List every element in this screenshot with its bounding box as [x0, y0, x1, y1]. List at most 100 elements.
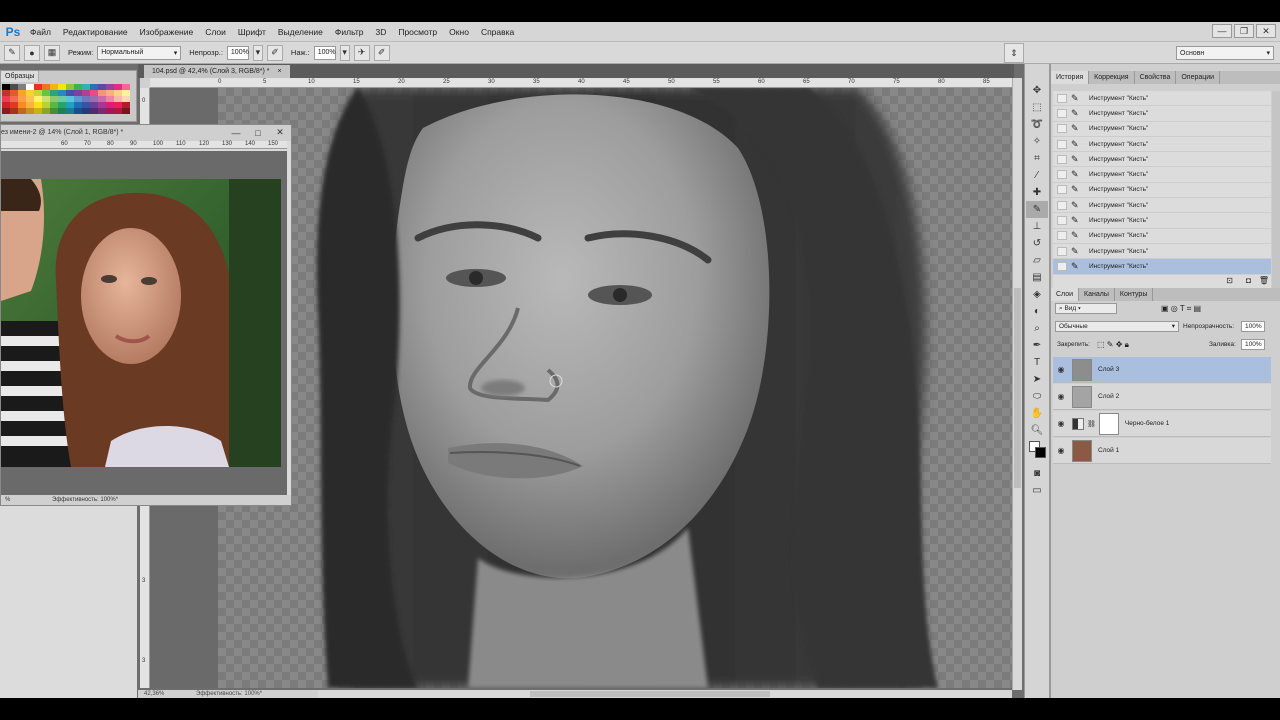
move-tool-icon[interactable]: ✥: [1026, 82, 1048, 99]
visibility-eye-icon[interactable]: ◉: [1053, 392, 1069, 401]
pen-tool-icon[interactable]: ✒: [1026, 337, 1048, 354]
vertical-scroll-thumb[interactable]: [1014, 288, 1021, 488]
history-brush-tool-icon[interactable]: ↺: [1026, 235, 1048, 252]
float-maximize-button[interactable]: □: [249, 126, 267, 139]
float-close-button[interactable]: ✕: [271, 126, 289, 139]
workspace-icon[interactable]: ⇕: [1004, 43, 1024, 63]
swatch[interactable]: [58, 108, 66, 114]
history-scrollbar[interactable]: [1272, 91, 1280, 299]
swatch[interactable]: [98, 108, 106, 114]
close-button[interactable]: ✕: [1256, 24, 1276, 38]
float-zoom-level[interactable]: %: [5, 497, 10, 503]
swatch[interactable]: [2, 108, 10, 114]
layer-row[interactable]: ◉ Слой 2: [1053, 384, 1271, 410]
history-item[interactable]: ✎ Инструмент "Кисть": [1053, 259, 1271, 275]
vertical-scrollbar[interactable]: [1012, 78, 1022, 690]
brush-panel-icon[interactable]: ▦: [44, 44, 60, 61]
hand-tool-icon[interactable]: ✋: [1026, 405, 1048, 422]
lasso-tool-icon[interactable]: ➰: [1026, 116, 1048, 133]
menu-item-9[interactable]: Окно: [443, 23, 475, 41]
fill-field[interactable]: 100%: [1241, 339, 1265, 350]
clone-stamp-tool-icon[interactable]: ⊥: [1026, 218, 1048, 235]
opacity-dropdown-icon[interactable]: ▾: [252, 44, 263, 61]
layer-row[interactable]: ◉ Слой 3: [1053, 357, 1271, 383]
history-item[interactable]: ✎ Инструмент "Кисть": [1053, 213, 1271, 229]
new-snapshot-icon[interactable]: ◘: [1246, 276, 1251, 285]
filter-icons[interactable]: ▣ ◎ T ⌗ ▤: [1161, 304, 1201, 314]
floating-ruler[interactable]: 60 70 80 90 100 110 120 130 140 150: [1, 141, 287, 149]
horizontal-ruler[interactable]: 05101520253035404550556065707580859095: [150, 78, 1080, 88]
history-source-checkbox[interactable]: [1057, 124, 1067, 134]
trash-icon[interactable]: 🗑︎: [1259, 276, 1269, 285]
workspace-select[interactable]: Основн ▾: [1176, 46, 1274, 60]
airbrush-icon[interactable]: ✈: [353, 44, 370, 61]
background-color-icon[interactable]: [1035, 447, 1046, 458]
history-item[interactable]: ✎ Инструмент "Кисть": [1053, 198, 1271, 214]
swatch[interactable]: [122, 108, 130, 114]
history-source-checkbox[interactable]: [1057, 185, 1067, 195]
floating-canvas[interactable]: [1, 151, 287, 495]
zoom-tool-icon[interactable]: ⌕: [1026, 320, 1048, 337]
new-document-icon[interactable]: ⊡: [1226, 276, 1233, 285]
history-source-checkbox[interactable]: [1057, 200, 1067, 210]
swatch[interactable]: [106, 108, 114, 114]
history-tab-1[interactable]: Коррекция: [1089, 71, 1135, 84]
eraser-tool-icon[interactable]: ▱: [1026, 252, 1048, 269]
layers-tab-1[interactable]: Каналы: [1079, 288, 1115, 301]
path-select-tool-icon[interactable]: ➤: [1026, 371, 1048, 388]
history-item[interactable]: ✎ Инструмент "Кисть": [1053, 229, 1271, 244]
layers-tab-2[interactable]: Контуры: [1115, 288, 1154, 301]
history-item[interactable]: ✎ Инструмент "Кисть": [1053, 244, 1271, 260]
menu-item-1[interactable]: Редактирование: [57, 23, 134, 41]
quick-select-tool-icon[interactable]: ✧: [1026, 133, 1048, 150]
history-source-checkbox[interactable]: [1057, 139, 1067, 149]
flow-field[interactable]: 100%: [313, 45, 336, 60]
pressure-opacity-icon[interactable]: ✐: [266, 44, 283, 61]
visibility-eye-icon[interactable]: ◉: [1053, 419, 1069, 428]
eyedropper-tool-icon[interactable]: ⁄: [1026, 167, 1048, 184]
layers-tab-0[interactable]: Слои: [1051, 288, 1080, 301]
blend-mode-select[interactable]: Обычные ▾: [1055, 321, 1179, 332]
history-item[interactable]: ✎ Инструмент "Кисть": [1053, 122, 1271, 137]
history-item[interactable]: ✎ Инструмент "Кисть": [1053, 152, 1271, 168]
visibility-eye-icon[interactable]: ◉: [1053, 365, 1069, 374]
tool-preset-icon[interactable]: ✎: [4, 44, 20, 61]
history-item[interactable]: ✎ Инструмент "Кисть": [1053, 106, 1271, 122]
lock-icons[interactable]: ⬚ ✎ ✥ 🔒︎: [1097, 340, 1129, 350]
brush-tool-icon[interactable]: ✎: [1026, 201, 1048, 218]
float-minimize-button[interactable]: —: [227, 126, 245, 139]
menu-item-7[interactable]: 3D: [369, 23, 392, 41]
menu-item-5[interactable]: Выделение: [272, 23, 329, 41]
layer-row[interactable]: ◉ ⛓ Черно-белое 1: [1053, 411, 1271, 437]
shape-tool-icon[interactable]: ⬭: [1026, 388, 1048, 405]
visibility-eye-icon[interactable]: ◉: [1053, 446, 1069, 455]
swatch[interactable]: [66, 108, 74, 114]
menu-item-3[interactable]: Слои: [199, 23, 232, 41]
history-source-checkbox[interactable]: [1057, 216, 1067, 226]
minimize-button[interactable]: —: [1212, 24, 1232, 38]
menu-item-4[interactable]: Шрифт: [232, 23, 272, 41]
menu-item-10[interactable]: Справка: [475, 23, 520, 41]
swatch[interactable]: [18, 108, 26, 114]
layer-filter-select[interactable]: ⌕ Вид ▾: [1055, 303, 1117, 314]
swatch[interactable]: [50, 108, 58, 114]
history-source-checkbox[interactable]: [1057, 93, 1067, 103]
dodge-tool-icon[interactable]: ◐: [1026, 303, 1048, 320]
history-tab-3[interactable]: Операции: [1176, 71, 1221, 84]
marquee-tool-icon[interactable]: ⬚: [1026, 99, 1048, 116]
spot-heal-tool-icon[interactable]: ✚: [1026, 184, 1048, 201]
swatch[interactable]: [82, 108, 90, 114]
mode-select[interactable]: Нормальный ▾: [97, 45, 182, 60]
swatch[interactable]: [74, 108, 82, 114]
history-item[interactable]: ✎ Инструмент "Кисть": [1053, 183, 1271, 199]
menu-item-2[interactable]: Изображение: [134, 23, 200, 41]
link-icon[interactable]: ⛓: [1087, 420, 1096, 428]
crop-tool-icon[interactable]: ⌗: [1026, 150, 1048, 167]
opacity-field[interactable]: 100%: [226, 45, 249, 60]
menu-item-6[interactable]: Фильтр: [329, 23, 370, 41]
history-tab-0[interactable]: История: [1051, 71, 1090, 84]
menu-item-0[interactable]: Файл: [24, 23, 57, 41]
color-swatches-icon[interactable]: [1026, 439, 1048, 465]
history-source-checkbox[interactable]: [1057, 170, 1067, 180]
maximize-button[interactable]: ❐: [1234, 24, 1254, 38]
